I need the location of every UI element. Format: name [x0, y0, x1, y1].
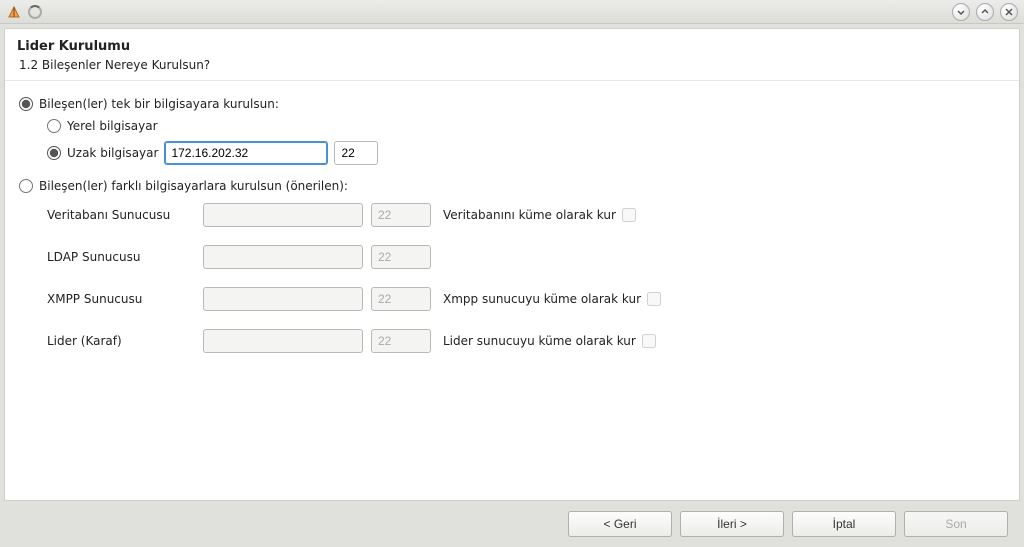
ldap-port-input[interactable] — [371, 245, 431, 269]
radio-local-label: Yerel bilgisayar — [67, 119, 158, 133]
server-grid: Veritabanı Sunucusu Veritabanını küme ol… — [47, 203, 1005, 353]
page-title: Lider Kurulumu — [17, 39, 1007, 54]
lider-port-input[interactable] — [371, 329, 431, 353]
wizard-footer: < Geri İleri > İptal Son — [4, 501, 1020, 547]
label-database: Veritabanı Sunucusu — [47, 208, 195, 222]
ldap-ip-input[interactable] — [203, 245, 363, 269]
option-local-computer[interactable]: Yerel bilgisayar — [47, 119, 1005, 133]
xmpp-port-input[interactable] — [371, 287, 431, 311]
xmpp-ip-input[interactable] — [203, 287, 363, 311]
titlebar — [0, 0, 1024, 24]
database-cluster-label: Veritabanını küme olarak kur — [443, 208, 616, 222]
radio-single-label: Bileşen(ler) tek bir bilgisayara kurulsu… — [39, 97, 279, 111]
row-database: Veritabanı Sunucusu Veritabanını küme ol… — [47, 203, 1005, 227]
database-cluster-checkbox[interactable] — [622, 208, 636, 222]
database-port-input[interactable] — [371, 203, 431, 227]
radio-local[interactable] — [47, 119, 61, 133]
row-xmpp: XMPP Sunucusu Xmpp sunucuyu küme olarak … — [47, 287, 1005, 311]
row-ldap: LDAP Sunucusu — [47, 245, 1005, 269]
label-lider: Lider (Karaf) — [47, 334, 195, 348]
radio-single[interactable] — [19, 97, 33, 111]
finish-button[interactable]: Son — [904, 511, 1008, 537]
xmpp-cluster-label: Xmpp sunucuyu küme olarak kur — [443, 292, 641, 306]
cancel-button[interactable]: İptal — [792, 511, 896, 537]
radio-multiple[interactable] — [19, 179, 33, 193]
next-button[interactable]: İleri > — [680, 511, 784, 537]
label-xmpp: XMPP Sunucusu — [47, 292, 195, 306]
wizard-header: Lider Kurulumu 1.2 Bileşenler Nereye Kur… — [5, 29, 1019, 81]
minimize-button[interactable] — [952, 3, 970, 21]
option-single-computer[interactable]: Bileşen(ler) tek bir bilgisayara kurulsu… — [19, 97, 1005, 111]
row-lider: Lider (Karaf) Lider sunucuyu küme olarak… — [47, 329, 1005, 353]
option-remote-computer[interactable]: Uzak bilgisayar — [47, 141, 1005, 165]
close-button[interactable] — [1000, 3, 1018, 21]
lider-cluster-label: Lider sunucuyu küme olarak kur — [443, 334, 636, 348]
label-ldap: LDAP Sunucusu — [47, 250, 195, 264]
wizard-body: Bileşen(ler) tek bir bilgisayara kurulsu… — [5, 81, 1019, 500]
loading-icon — [28, 5, 42, 19]
maximize-button[interactable] — [976, 3, 994, 21]
radio-multiple-label: Bileşen(ler) farklı bilgisayarlara kurul… — [39, 179, 348, 193]
remote-port-input[interactable] — [334, 141, 378, 165]
page-subtitle: 1.2 Bileşenler Nereye Kurulsun? — [17, 58, 1007, 72]
wizard-panel: Lider Kurulumu 1.2 Bileşenler Nereye Kur… — [4, 28, 1020, 501]
option-multiple-computers[interactable]: Bileşen(ler) farklı bilgisayarlara kurul… — [19, 179, 1005, 193]
lider-ip-input[interactable] — [203, 329, 363, 353]
back-button[interactable]: < Geri — [568, 511, 672, 537]
lider-cluster-checkbox[interactable] — [642, 334, 656, 348]
remote-ip-input[interactable] — [164, 141, 328, 165]
radio-remote-label: Uzak bilgisayar — [67, 146, 158, 160]
radio-remote[interactable] — [47, 146, 61, 160]
xmpp-cluster-checkbox[interactable] — [647, 292, 661, 306]
app-icon — [6, 4, 22, 20]
database-ip-input[interactable] — [203, 203, 363, 227]
